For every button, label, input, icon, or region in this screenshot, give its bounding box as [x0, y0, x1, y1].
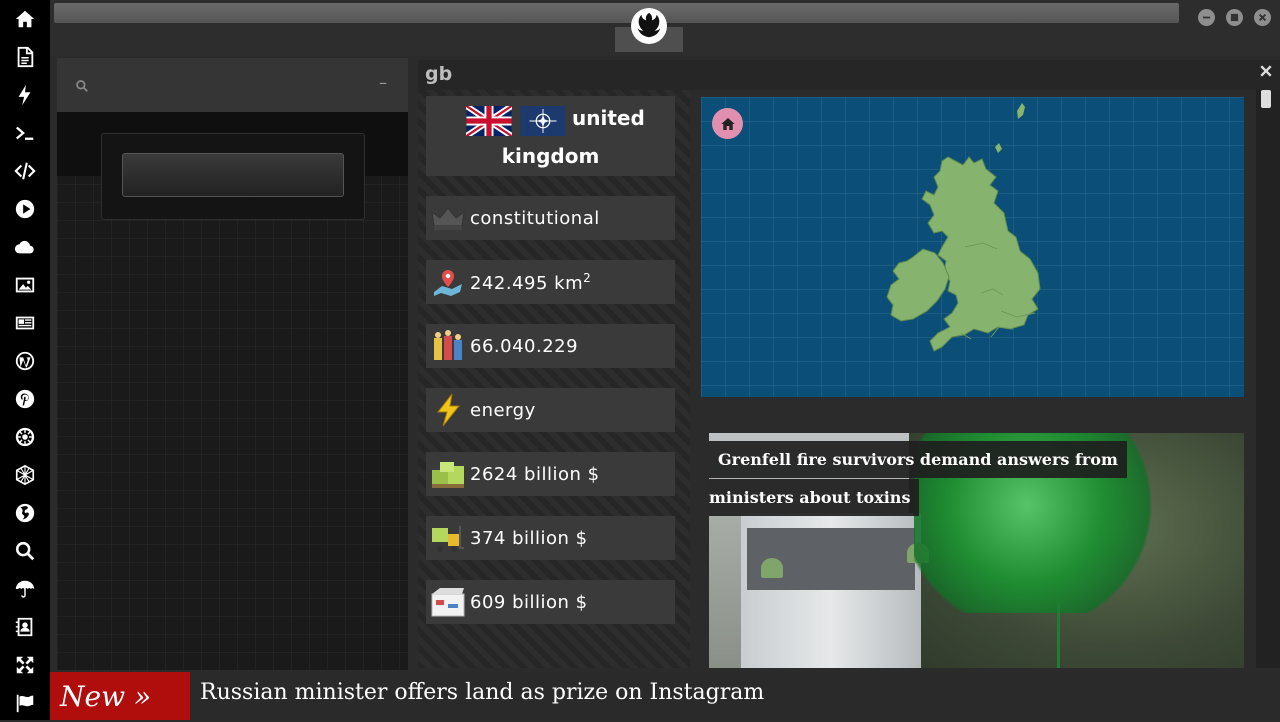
country-map[interactable]	[701, 97, 1244, 397]
pinterest-icon[interactable]	[0, 380, 50, 418]
news-ticker: New » Russian minister offers land as pr…	[50, 672, 1280, 720]
boxes-icon	[426, 580, 470, 624]
top-search-bar[interactable]	[54, 3, 1179, 23]
uk-map	[886, 103, 1041, 352]
country-name-line2: kingdom	[501, 144, 600, 168]
exports-fact: 609 billion $	[426, 580, 675, 624]
search-input[interactable]	[99, 72, 363, 100]
map-home-icon[interactable]	[712, 108, 743, 139]
detail-header: gb	[418, 60, 1280, 90]
government-fact: constitutional	[426, 196, 675, 240]
country-name-card: united kingdom	[426, 96, 675, 176]
left-panel: –	[57, 58, 408, 670]
wordpress-icon[interactable]	[0, 342, 50, 380]
scrollbar[interactable]	[1256, 90, 1280, 668]
energy-icon	[426, 388, 470, 432]
gdp-icon	[426, 452, 470, 496]
imports-fact: 374 billion $	[426, 516, 675, 560]
exports-value: 609 billion $	[470, 591, 588, 613]
country-detail-panel: gb united kingdom constitutional 242.495…	[418, 60, 1280, 668]
globe-grid-icon[interactable]	[0, 456, 50, 494]
umbrella-icon[interactable]	[0, 570, 50, 608]
play-icon[interactable]	[0, 190, 50, 228]
close-icon[interactable]	[1259, 63, 1273, 77]
map-news-column: Grenfell fire survivors demand answers f…	[690, 90, 1280, 668]
image-icon[interactable]	[0, 266, 50, 304]
terminal-icon[interactable]	[0, 114, 50, 152]
globe-icon[interactable]	[0, 494, 50, 532]
rebel-alliance-icon[interactable]	[631, 8, 667, 44]
heart-icon	[761, 558, 783, 578]
nato-flag	[520, 106, 566, 136]
country-code-title: gb	[425, 63, 453, 85]
forklift-icon	[426, 516, 470, 560]
empty-widget	[101, 133, 365, 220]
home-icon[interactable]	[0, 0, 50, 38]
newspaper-icon[interactable]	[0, 304, 50, 342]
people-icon	[426, 324, 470, 368]
gdp-value: 2624 billion $	[470, 463, 600, 485]
news-headline-line1[interactable]: Grenfell fire survivors demand answers f…	[709, 441, 1127, 478]
area-fact: 242.495 km2	[426, 260, 675, 304]
population-value: 66.040.229	[470, 335, 579, 357]
energy-fact: energy	[426, 388, 675, 432]
energy-value: energy	[470, 399, 536, 421]
lightning-icon[interactable]	[0, 76, 50, 114]
flag-icon[interactable]	[0, 684, 50, 722]
contact-icon[interactable]	[0, 608, 50, 646]
search-icon	[75, 78, 89, 92]
expand-icon[interactable]	[0, 646, 50, 684]
news-card[interactable]: Grenfell fire survivors demand answers f…	[709, 433, 1244, 668]
gdp-fact: 2624 billion $	[426, 452, 675, 496]
facts-column: united kingdom constitutional 242.495 km…	[418, 90, 690, 668]
map-pin-icon	[426, 260, 470, 304]
news-image-balloon-string	[1057, 603, 1060, 668]
population-fact: 66.040.229	[426, 324, 675, 368]
atom-icon[interactable]	[0, 418, 50, 456]
country-name-line1: united	[572, 106, 645, 130]
news-headline-line2[interactable]: ministers about toxins	[709, 479, 920, 516]
ticker-label: New »	[50, 672, 190, 720]
document-icon[interactable]	[0, 38, 50, 76]
cloud-icon[interactable]	[0, 228, 50, 266]
minimize-icon[interactable]	[1198, 9, 1215, 26]
widget-button[interactable]	[122, 153, 344, 197]
scrollbar-thumb[interactable]	[1261, 90, 1271, 108]
crown-icon	[426, 196, 470, 240]
area-value: 242.495 km2	[470, 270, 592, 294]
code-icon[interactable]	[0, 152, 50, 190]
ticker-headline[interactable]: Russian minister offers land as prize on…	[200, 680, 764, 705]
close-window-icon[interactable]	[1254, 9, 1271, 26]
collapse-button[interactable]: –	[379, 73, 387, 92]
icon-sidebar	[0, 0, 50, 720]
maximize-icon[interactable]	[1226, 9, 1243, 26]
search-bar: –	[57, 58, 408, 112]
search-icon[interactable]	[0, 532, 50, 570]
top-bar	[50, 0, 1280, 56]
uk-flag	[466, 106, 512, 136]
imports-value: 374 billion $	[470, 527, 588, 549]
government-type: constitutional	[470, 207, 600, 229]
